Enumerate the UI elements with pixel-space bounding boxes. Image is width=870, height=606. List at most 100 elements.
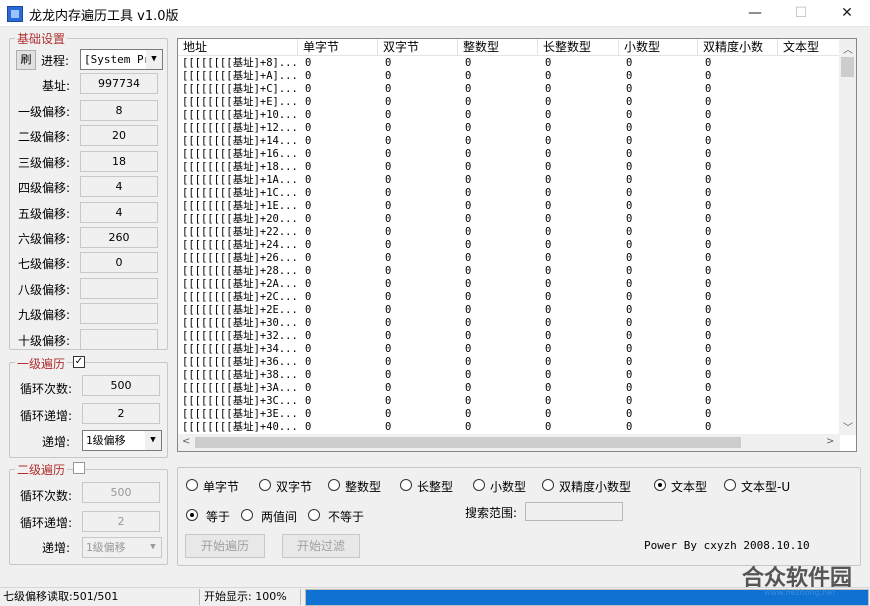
table-row[interactable]: [[[[[[[[基址]+2E... 0 0 0 0 0 0 bbox=[178, 304, 840, 317]
column-header[interactable]: 小数型 bbox=[619, 39, 698, 56]
scroll-left-icon[interactable]: < bbox=[182, 436, 190, 447]
offset-field[interactable]: 260 bbox=[80, 227, 158, 248]
offset-field[interactable] bbox=[80, 277, 158, 299]
type-radio[interactable] bbox=[724, 479, 736, 491]
table-row[interactable]: [[[[[[[[基址]+34... 0 0 0 0 0 0 bbox=[178, 343, 840, 356]
table-row[interactable]: [[[[[[[[基址]+36... 0 0 0 0 0 0 bbox=[178, 356, 840, 369]
table-row[interactable]: [[[[[[[[基址]+12... 0 0 0 0 0 0 bbox=[178, 122, 840, 135]
close-button[interactable]: ✕ bbox=[824, 0, 870, 27]
type-radio-label[interactable]: 双精度小数型 bbox=[559, 478, 631, 495]
search-range-input[interactable] bbox=[525, 502, 623, 521]
type-radio-label[interactable]: 长整型 bbox=[417, 478, 453, 495]
table-row[interactable]: [[[[[[[[基址]+8]... 0 0 0 0 0 0 bbox=[178, 57, 840, 70]
type-radio-label[interactable]: 双字节 bbox=[276, 478, 312, 495]
table-row[interactable]: [[[[[[[[基址]+10... 0 0 0 0 0 0 bbox=[178, 109, 840, 122]
value-cell: 0 bbox=[545, 174, 552, 186]
type-radio-label[interactable]: 整数型 bbox=[345, 478, 381, 495]
type-radio[interactable] bbox=[186, 479, 198, 491]
column-header[interactable]: 整数型 bbox=[458, 39, 538, 56]
offset-field[interactable]: 0 bbox=[80, 252, 158, 274]
column-header[interactable]: 地址 bbox=[178, 39, 298, 56]
value-cell: 0 bbox=[705, 356, 712, 368]
process-select[interactable]: [System Pr ▼ bbox=[80, 49, 163, 70]
table-row[interactable]: [[[[[[[[基址]+20... 0 0 0 0 0 0 bbox=[178, 213, 840, 226]
level2-loop-count-field[interactable]: 500 bbox=[82, 482, 160, 503]
type-radio[interactable] bbox=[542, 479, 554, 491]
offset-field[interactable] bbox=[80, 328, 158, 350]
column-header[interactable]: 双字节 bbox=[378, 39, 458, 56]
table-row[interactable]: [[[[[[[[基址]+40... 0 0 0 0 0 0 bbox=[178, 421, 840, 434]
type-radio[interactable] bbox=[473, 479, 485, 491]
type-radio[interactable] bbox=[259, 479, 271, 491]
table-row[interactable]: [[[[[[[[基址]+2A... 0 0 0 0 0 0 bbox=[178, 278, 840, 291]
level2-inc-select[interactable]: 1级偏移 ▼ bbox=[82, 537, 162, 558]
table-row[interactable]: [[[[[[[[基址]+32... 0 0 0 0 0 0 bbox=[178, 330, 840, 343]
type-radio[interactable] bbox=[400, 479, 412, 491]
table-row[interactable]: [[[[[[[[基址]+A]... 0 0 0 0 0 0 bbox=[178, 70, 840, 83]
scroll-up-icon[interactable]: ︿ bbox=[843, 41, 853, 56]
compare-radio-label[interactable]: 两值间 bbox=[261, 508, 297, 525]
table-row[interactable]: [[[[[[[[基址]+C]... 0 0 0 0 0 0 bbox=[178, 83, 840, 96]
table-row[interactable]: [[[[[[[[基址]+28... 0 0 0 0 0 0 bbox=[178, 265, 840, 278]
compare-radio-label[interactable]: 不等于 bbox=[328, 508, 364, 525]
results-list[interactable]: 地址 单字节 双字节 整数型 长整数型 小数型 双精度小数 文本型 [[[[[[[[基址]+8… bbox=[177, 38, 857, 452]
type-radio-label[interactable]: 单字节 bbox=[203, 478, 239, 495]
start-traverse-button[interactable]: 开始遍历 bbox=[185, 534, 265, 558]
offset-field[interactable]: 4 bbox=[80, 201, 158, 223]
offset-field[interactable]: 18 bbox=[80, 150, 158, 172]
table-row[interactable]: [[[[[[[[基址]+18... 0 0 0 0 0 0 bbox=[178, 161, 840, 174]
value-cell: 0 bbox=[305, 70, 312, 82]
table-row[interactable]: [[[[[[[[基址]+38... 0 0 0 0 0 0 bbox=[178, 369, 840, 382]
horizontal-scroll-thumb[interactable] bbox=[195, 437, 741, 448]
value-cell: 0 bbox=[705, 83, 712, 95]
level1-checkbox[interactable]: ✓ bbox=[73, 356, 85, 368]
column-header[interactable]: 双精度小数 bbox=[698, 39, 778, 56]
base-address-field[interactable]: 997734 bbox=[80, 73, 158, 94]
column-header[interactable]: 文本型 bbox=[778, 39, 840, 56]
type-radio-label[interactable]: 小数型 bbox=[490, 478, 526, 495]
minimize-button[interactable]: — bbox=[732, 0, 778, 27]
horizontal-scrollbar[interactable]: < > bbox=[178, 434, 840, 451]
table-row[interactable]: [[[[[[[[基址]+22... 0 0 0 0 0 0 bbox=[178, 226, 840, 239]
table-row[interactable]: [[[[[[[[基址]+16... 0 0 0 0 0 0 bbox=[178, 148, 840, 161]
start-filter-button[interactable]: 开始过滤 bbox=[282, 534, 360, 558]
table-row[interactable]: [[[[[[[[基址]+14... 0 0 0 0 0 0 bbox=[178, 135, 840, 148]
table-row[interactable]: [[[[[[[[基址]+E]... 0 0 0 0 0 0 bbox=[178, 96, 840, 109]
type-radio[interactable] bbox=[654, 479, 666, 491]
compare-radio[interactable] bbox=[241, 509, 253, 521]
level1-loop-count-field[interactable]: 500 bbox=[82, 375, 160, 396]
level2-checkbox[interactable] bbox=[73, 462, 85, 474]
compare-radio-label[interactable]: 等于 bbox=[206, 508, 230, 525]
address-cell: [[[[[[[[基址]+E]... bbox=[182, 96, 296, 108]
table-row[interactable]: [[[[[[[[基址]+3C... 0 0 0 0 0 0 bbox=[178, 395, 840, 408]
table-row[interactable]: [[[[[[[[基址]+1E... 0 0 0 0 0 0 bbox=[178, 200, 840, 213]
vertical-scrollbar[interactable]: ︿ ﹀ bbox=[839, 39, 856, 435]
offset-field[interactable]: 4 bbox=[80, 176, 158, 198]
table-row[interactable]: [[[[[[[[基址]+24... 0 0 0 0 0 0 bbox=[178, 239, 840, 252]
table-row[interactable]: [[[[[[[[基址]+26... 0 0 0 0 0 0 bbox=[178, 252, 840, 265]
compare-radio[interactable] bbox=[186, 509, 198, 521]
level1-loop-inc-field[interactable]: 2 bbox=[82, 403, 160, 424]
table-row[interactable]: [[[[[[[[基址]+30... 0 0 0 0 0 0 bbox=[178, 317, 840, 330]
offset-field[interactable]: 8 bbox=[80, 100, 158, 121]
type-radio[interactable] bbox=[328, 479, 340, 491]
level2-loop-inc-field[interactable]: 2 bbox=[82, 511, 160, 532]
column-header[interactable]: 长整数型 bbox=[538, 39, 619, 56]
table-row[interactable]: [[[[[[[[基址]+2C... 0 0 0 0 0 0 bbox=[178, 291, 840, 304]
value-cell: 0 bbox=[705, 265, 712, 277]
scroll-right-icon[interactable]: > bbox=[826, 436, 834, 447]
table-row[interactable]: [[[[[[[[基址]+1A... 0 0 0 0 0 0 bbox=[178, 174, 840, 187]
level1-inc-select[interactable]: 1级偏移 ▼ bbox=[82, 430, 162, 451]
vertical-scroll-thumb[interactable] bbox=[841, 57, 854, 77]
refresh-button[interactable]: 刷 bbox=[16, 50, 36, 70]
table-row[interactable]: [[[[[[[[基址]+3A... 0 0 0 0 0 0 bbox=[178, 382, 840, 395]
offset-field[interactable]: 20 bbox=[80, 125, 158, 147]
offset-field[interactable] bbox=[80, 303, 158, 325]
table-row[interactable]: [[[[[[[[基址]+3E... 0 0 0 0 0 0 bbox=[178, 408, 840, 421]
compare-radio[interactable] bbox=[308, 509, 320, 521]
type-radio-label[interactable]: 文本型-U bbox=[741, 478, 790, 495]
column-header[interactable]: 单字节 bbox=[298, 39, 378, 56]
type-radio-label[interactable]: 文本型 bbox=[671, 478, 707, 495]
scroll-down-icon[interactable]: ﹀ bbox=[843, 419, 853, 434]
table-row[interactable]: [[[[[[[[基址]+1C... 0 0 0 0 0 0 bbox=[178, 187, 840, 200]
